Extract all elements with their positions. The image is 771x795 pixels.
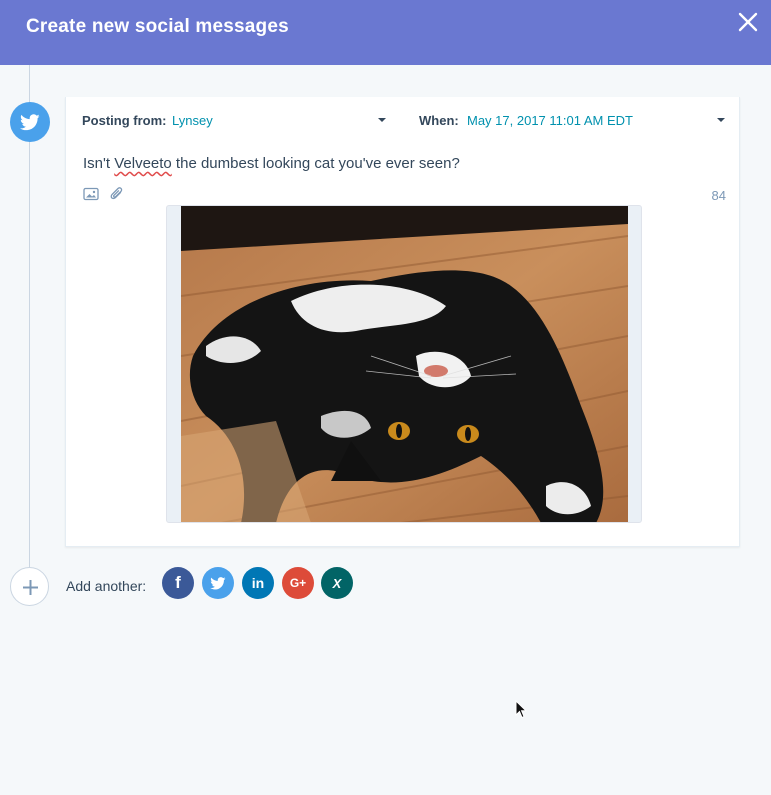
mouse-pointer-icon xyxy=(515,699,528,724)
when-label: When: xyxy=(419,113,459,128)
posting-from-label: Posting from: xyxy=(82,113,167,128)
attached-image[interactable] xyxy=(166,205,642,523)
character-count: 84 xyxy=(711,188,726,203)
twitter-add-icon[interactable] xyxy=(202,567,234,599)
google-plus-icon[interactable]: G+ xyxy=(282,567,314,599)
cat-photo xyxy=(181,206,628,522)
add-another-label: Add another: xyxy=(66,578,147,594)
posting-from-account[interactable]: Lynsey xyxy=(172,113,213,128)
add-message-button[interactable] xyxy=(10,567,49,606)
message-text[interactable]: Isn't Velveeto the dumbest looking cat y… xyxy=(83,155,460,172)
schedule-time[interactable]: May 17, 2017 11:01 AM EDT xyxy=(467,113,633,128)
modal-header: Create new social messages xyxy=(0,0,771,65)
linkedin-icon[interactable]: in xyxy=(242,567,274,599)
paperclip-icon[interactable] xyxy=(110,186,124,207)
close-icon[interactable] xyxy=(736,10,760,34)
twitter-icon xyxy=(10,102,50,142)
misspelled-word: Velveeto xyxy=(114,155,172,172)
facebook-icon[interactable]: f xyxy=(162,567,194,599)
when-dropdown-icon[interactable] xyxy=(717,118,725,122)
posting-from-dropdown-icon[interactable] xyxy=(378,118,386,122)
modal-title: Create new social messages xyxy=(26,16,289,37)
image-icon[interactable] xyxy=(83,187,99,206)
post-composer-card: Posting from: Lynsey When: May 17, 2017 … xyxy=(65,97,740,547)
xing-icon[interactable]: X xyxy=(321,567,353,599)
